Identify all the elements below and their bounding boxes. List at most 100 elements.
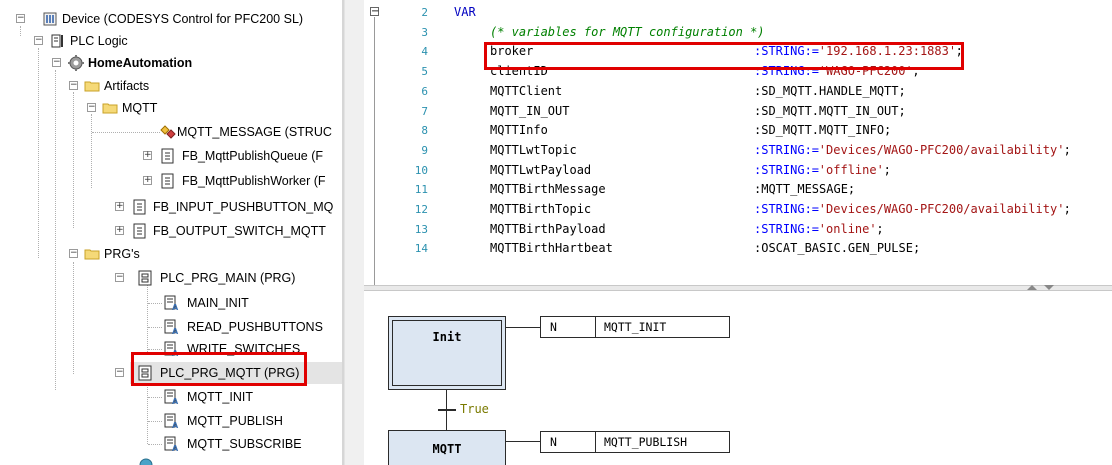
tree-item-label: MAIN_INIT	[187, 296, 249, 310]
code-line[interactable]: MQTTBirthPayload:STRING:='online';	[428, 219, 1108, 239]
tree-item-device[interactable]: − Device (CODESYS Control for PFC200 SL)	[0, 8, 342, 30]
collapse-toggle[interactable]: −	[16, 14, 25, 23]
variable-name: MQTTLwtTopic	[490, 143, 577, 157]
tree-item-mqtt-subscribe[interactable]: A MQTT_SUBSCRIBE	[0, 433, 342, 455]
transition-bar[interactable]	[438, 409, 456, 411]
code-line[interactable]: MQTTInfo:SD_MQTT.MQTT_INFO;	[428, 120, 1108, 140]
collapse-toggle[interactable]: −	[34, 36, 43, 45]
tree-item-label: MQTT_PUBLISH	[187, 414, 283, 428]
tree-item-label: FB_MqttPublishQueue (F	[182, 149, 324, 163]
tree-item-label: PLC Logic	[70, 34, 128, 48]
sfc-step-mqtt[interactable]: MQTT	[388, 430, 506, 465]
sfc-step-init[interactable]: Init	[388, 316, 506, 390]
tree-item-homeautomation[interactable]: − HomeAutomation	[0, 52, 342, 74]
collapse-toggle[interactable]: −	[87, 103, 96, 112]
variable-name: MQTTBirthMessage	[490, 182, 606, 196]
tree-item-main-init[interactable]: A MAIN_INIT	[0, 292, 342, 314]
string-literal: 'Devices/WAGO-PFC200/availability'	[818, 202, 1065, 216]
variable-name: MQTT_IN_OUT	[490, 104, 570, 118]
code-line[interactable]: MQTTLwtTopic:STRING:= 'Devices/WAGO-PFC20…	[428, 140, 1108, 160]
tree-item-fb-mqttpublishqueue[interactable]: + FB_MqttPublishQueue (F	[0, 145, 342, 167]
variable-type: :STRING:=	[754, 143, 820, 157]
folder-icon	[84, 81, 100, 92]
program-icon	[138, 270, 152, 286]
variable-type: :SD_MQTT.MQTT_INFO;	[754, 123, 892, 137]
line-number: 3	[421, 26, 428, 39]
tree-item-label: PLC_PRG_MAIN (PRG)	[160, 271, 296, 285]
line-number: 7	[421, 105, 428, 118]
expand-toggle[interactable]: +	[143, 151, 152, 160]
code-line[interactable]: MQTTBirthHartbeat :OSCAT_BASIC.GEN_PULSE;	[428, 238, 1108, 258]
declaration-editor[interactable]: − 2 3 4 5 6 7 8 9 10 11 12 13 14 VAR (* variables for…	[364, 0, 1112, 285]
tree-item-mqtt-message[interactable]: MQTT_MESSAGE (STRUC	[0, 121, 342, 143]
line-number: 13	[414, 223, 428, 236]
tree-item-label: MQTT_INIT	[187, 390, 253, 404]
action-name: MQTT_INIT	[604, 320, 667, 334]
vertical-scrollbar[interactable]	[344, 0, 365, 465]
device-icon	[43, 12, 57, 26]
statement-end: ;	[1063, 143, 1071, 157]
tree-item-fb-output-switch[interactable]: + FB_OUTPUT_SWITCH_MQTT	[0, 220, 342, 242]
svg-text:A: A	[172, 444, 179, 452]
transition-condition[interactable]: True	[460, 402, 489, 416]
variable-type: :OSCAT_BASIC.GEN_PULSE;	[754, 241, 921, 255]
expand-toggle[interactable]: +	[143, 176, 152, 185]
code-line[interactable]: MQTTClient:SD_MQTT.HANDLE_MQTT;	[428, 81, 1108, 101]
tree-item-label: PRG's	[104, 247, 140, 261]
tree-item-fb-mqttpublishworker[interactable]: + FB_MqttPublishWorker (F	[0, 170, 342, 192]
code-line[interactable]: MQTT_IN_OUT:SD_MQTT.MQTT_IN_OUT;	[428, 101, 1108, 121]
variable-type: :STRING:=	[754, 202, 820, 216]
code-line[interactable]: MQTTLwtPayload:STRING:='offline';	[428, 160, 1108, 180]
line-number: 5	[421, 65, 428, 78]
code-line[interactable]: MQTTBirthTopic:STRING:= 'Devices/WAGO-PFC…	[428, 199, 1108, 219]
code-line[interactable]: (* variables for MQTT configuration *)	[428, 22, 1108, 42]
tree-item-plc-logic[interactable]: − PLC Logic	[0, 30, 342, 52]
svg-text:A: A	[172, 397, 179, 405]
step-label: MQTT	[432, 442, 462, 456]
expand-toggle[interactable]: +	[115, 202, 124, 211]
tree-item-prgs-folder[interactable]: − PRG's	[0, 243, 342, 265]
collapse-toggle[interactable]: −	[69, 81, 78, 90]
line-number: 14	[414, 242, 428, 255]
code-line[interactable]: MQTTBirthMessage :MQTT_MESSAGE;	[428, 179, 1108, 199]
action-icon: A	[164, 436, 179, 452]
action-block-mqtt[interactable]: N MQTT_PUBLISH	[540, 431, 730, 453]
tree-connector	[148, 444, 162, 445]
action-qualifier: N	[541, 432, 596, 452]
tree-item-read-pushbuttons[interactable]: A READ_PUSHBUTTONS	[0, 316, 342, 338]
folder-icon	[84, 249, 100, 260]
tree-item-label: READ_PUSHBUTTONS	[187, 320, 323, 334]
tree-item-mqtt-publish[interactable]: A MQTT_PUBLISH	[0, 410, 342, 432]
fold-toggle[interactable]: −	[370, 7, 379, 17]
statement-end: ;	[1063, 202, 1071, 216]
variable-name: MQTTClient	[490, 84, 563, 98]
action-connector	[506, 327, 540, 328]
line-number: 10	[414, 164, 428, 177]
statement-end: ;	[876, 222, 884, 236]
line-number: 2	[421, 6, 428, 19]
collapse-toggle[interactable]: −	[115, 273, 124, 282]
collapse-toggle[interactable]: −	[115, 368, 124, 377]
action-qualifier: N	[541, 317, 596, 337]
expand-toggle[interactable]: +	[115, 226, 124, 235]
tree-connector	[148, 349, 162, 350]
variable-type: :MQTT_MESSAGE;	[754, 182, 856, 196]
sfc-editor[interactable]: Init N MQTT_INIT True MQTT N MQTT_PUBLIS…	[364, 291, 1112, 465]
variable-name: MQTTBirthHartbeat	[490, 241, 613, 255]
action-block-init[interactable]: N MQTT_INIT	[540, 316, 730, 338]
tree-item-label: MQTT_SUBSCRIBE	[187, 437, 302, 451]
string-literal: 'offline'	[818, 163, 884, 177]
tree-connector	[92, 132, 160, 133]
tree-connector	[148, 327, 162, 328]
collapse-toggle[interactable]: −	[69, 249, 78, 258]
tree-item-fb-input-pushbutton[interactable]: + FB_INPUT_PUSHBUTTON_MQ	[0, 196, 342, 218]
tree-item-label: HomeAutomation	[88, 56, 193, 70]
tree-item-mqtt-init[interactable]: A MQTT_INIT	[0, 386, 342, 408]
collapse-toggle[interactable]: −	[52, 58, 61, 67]
folder-icon	[102, 103, 118, 114]
plc-logic-icon	[51, 34, 63, 48]
tree-item-plc-prg-main[interactable]: − PLC_PRG_MAIN (PRG)	[0, 267, 342, 289]
tree-item-mqtt-folder[interactable]: − MQTT	[0, 97, 342, 119]
code-line[interactable]: VAR	[428, 2, 1108, 22]
tree-item-artifacts[interactable]: − Artifacts	[0, 75, 342, 97]
